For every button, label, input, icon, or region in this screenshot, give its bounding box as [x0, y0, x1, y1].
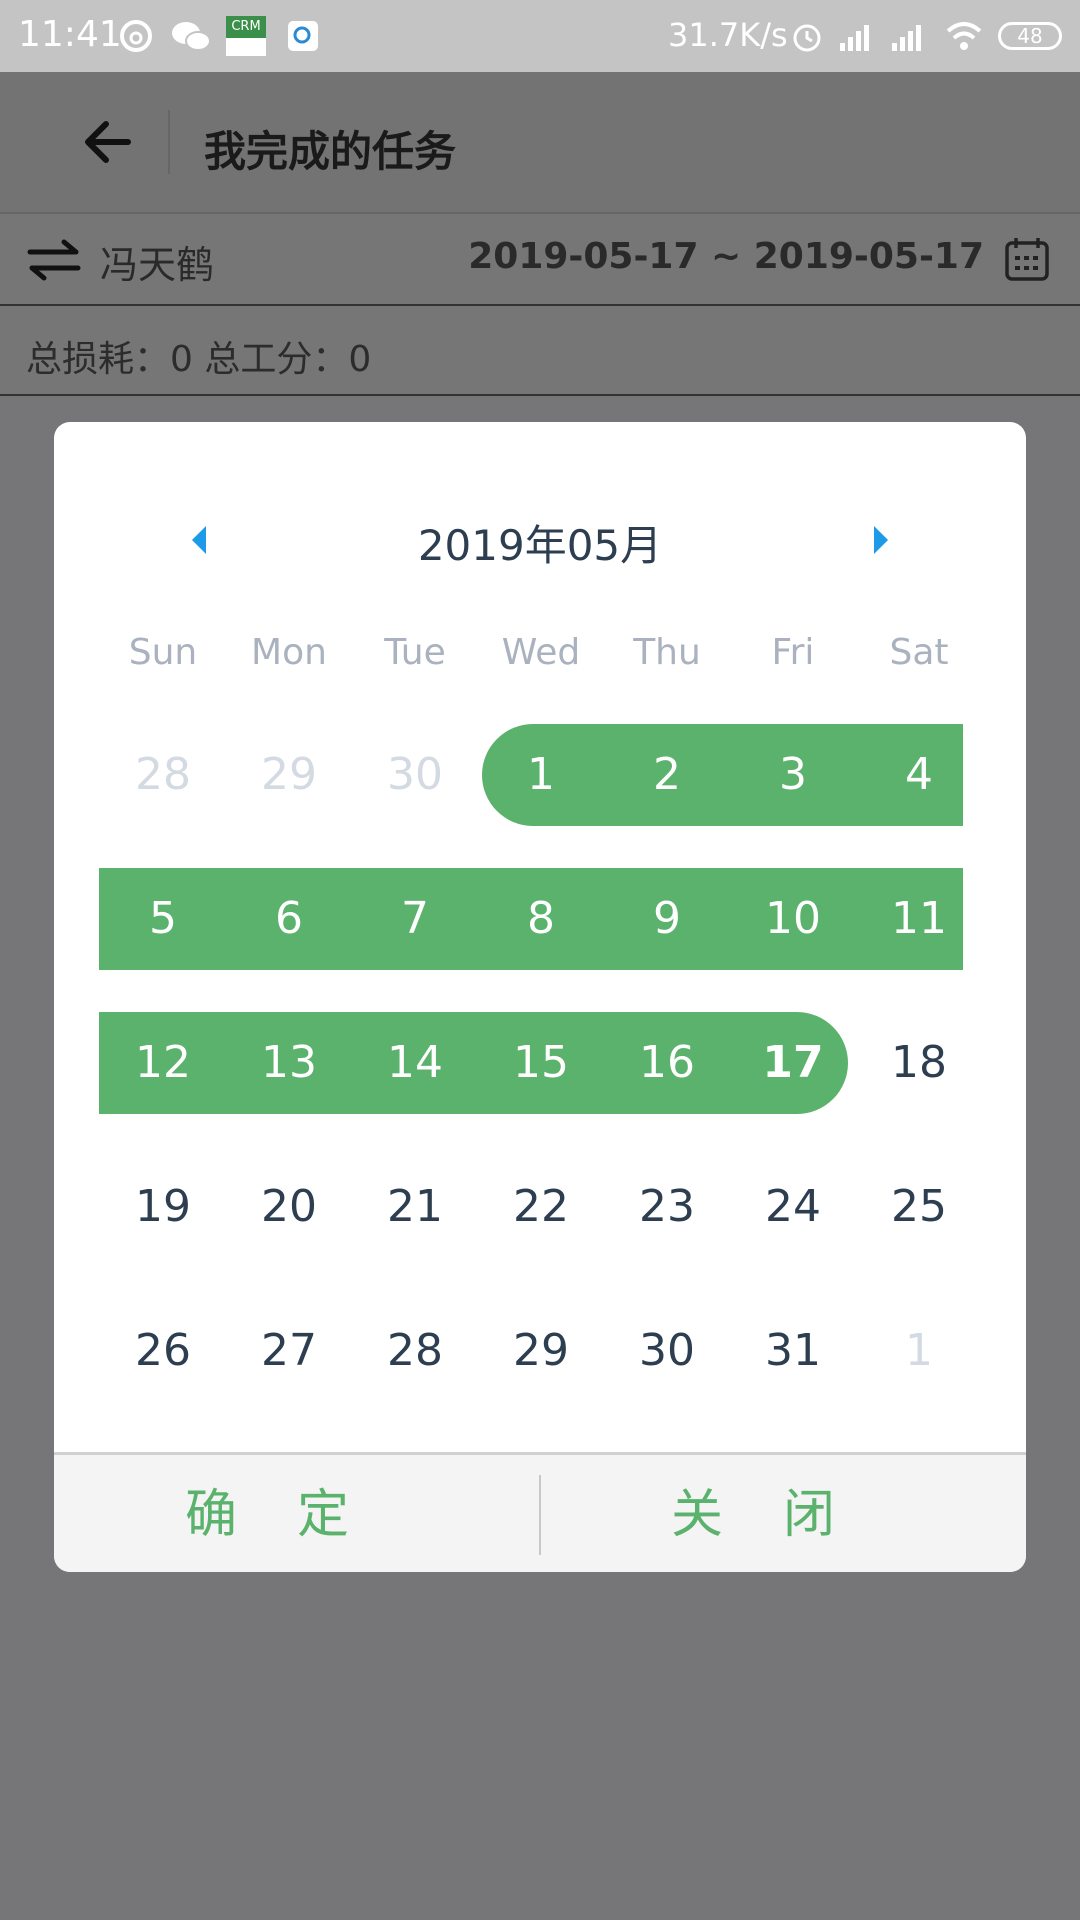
- calendar-icon[interactable]: [1004, 236, 1050, 282]
- back-arrow-icon[interactable]: [78, 112, 138, 172]
- alarm-icon: [793, 24, 821, 52]
- divider: [168, 110, 170, 174]
- calendar-day[interactable]: 23: [604, 1156, 730, 1258]
- netease-music-icon: [120, 20, 152, 52]
- close-button[interactable]: 关闭: [540, 1455, 1026, 1572]
- summary-text: 总损耗：0 总工分：0: [26, 339, 372, 380]
- calendar-day[interactable]: 20: [226, 1156, 352, 1258]
- calendar-day[interactable]: 14: [352, 1012, 478, 1114]
- calendar-day[interactable]: 9: [604, 868, 730, 970]
- date-range[interactable]: 2019-05-17 ~ 2019-05-17: [468, 236, 984, 277]
- calendar-day[interactable]: 15: [478, 1012, 604, 1114]
- crm-app-icon: CRM: [226, 16, 266, 56]
- calendar-day[interactable]: 3: [730, 724, 856, 826]
- calendar-day[interactable]: 26: [100, 1300, 226, 1402]
- calendar-dialog: 2019年05月 Sun Mon Tue Wed Thu Fri Sat 28 29 30 1 2 3…: [54, 422, 1026, 1572]
- person-name[interactable]: 冯天鹤: [100, 234, 214, 289]
- filter-bar: 冯天鹤 2019-05-17 ~ 2019-05-17: [0, 214, 1080, 306]
- weekday-label: Wed: [501, 632, 581, 673]
- calendar-day[interactable]: 19: [100, 1156, 226, 1258]
- calendar-day[interactable]: 16: [604, 1012, 730, 1114]
- calendar-day-outside[interactable]: 1: [856, 1300, 982, 1402]
- weekday-label: Sat: [889, 632, 949, 673]
- calendar-day[interactable]: 10: [730, 868, 856, 970]
- weekday-label: Thu: [633, 632, 701, 673]
- weekday-label: Fri: [771, 632, 815, 673]
- calendar-day[interactable]: 22: [478, 1156, 604, 1258]
- calendar-day[interactable]: 30: [604, 1300, 730, 1402]
- status-bar: 11:41 CRM 31.7K/s 48: [0, 0, 1080, 72]
- summary-bar: 总损耗：0 总工分：0: [0, 306, 1080, 396]
- calendar-day-outside[interactable]: 29: [226, 724, 352, 826]
- calendar-day[interactable]: 31: [730, 1300, 856, 1402]
- confirm-button[interactable]: 确定: [54, 1455, 540, 1572]
- wifi-icon: [946, 22, 982, 50]
- weekday-label: Mon: [251, 632, 327, 673]
- calendar-day[interactable]: 27: [226, 1300, 352, 1402]
- calendar-day-outside[interactable]: 30: [352, 724, 478, 826]
- weekday-label: Tue: [384, 632, 446, 673]
- signal-icon: [892, 25, 921, 51]
- calendar-day[interactable]: 1: [478, 724, 604, 826]
- weekday-label: Sun: [128, 632, 198, 673]
- calendar-day[interactable]: 8: [478, 868, 604, 970]
- battery-icon: 48: [998, 22, 1062, 50]
- calendar-day[interactable]: 12: [100, 1012, 226, 1114]
- calendar-day[interactable]: 13: [226, 1012, 352, 1114]
- calendar-day[interactable]: 5: [100, 868, 226, 970]
- calendar-day[interactable]: 28: [352, 1300, 478, 1402]
- swap-icon[interactable]: [26, 238, 82, 282]
- calendar-day[interactable]: 2: [604, 724, 730, 826]
- calendar-day[interactable]: 17: [730, 1012, 856, 1114]
- calendar-day[interactable]: 4: [856, 724, 982, 826]
- qq-browser-icon: [288, 21, 318, 51]
- calendar-day-outside[interactable]: 28: [100, 724, 226, 826]
- next-month-icon[interactable]: [866, 520, 896, 560]
- wechat-icon: [172, 22, 211, 51]
- calendar-day[interactable]: 6: [226, 868, 352, 970]
- calendar-day[interactable]: 29: [478, 1300, 604, 1402]
- calendar-day[interactable]: 21: [352, 1156, 478, 1258]
- dialog-footer: 确定 关闭: [54, 1452, 1026, 1572]
- app-bar: 我完成的任务: [0, 72, 1080, 214]
- calendar-day[interactable]: 11: [856, 868, 982, 970]
- calendar-day[interactable]: 25: [856, 1156, 982, 1258]
- calendar-day[interactable]: 7: [352, 868, 478, 970]
- status-time: 11:41: [18, 14, 122, 55]
- calendar-day[interactable]: 18: [856, 1012, 982, 1114]
- network-speed: 31.7K/s: [668, 16, 788, 54]
- calendar-day[interactable]: 24: [730, 1156, 856, 1258]
- page-title: 我完成的任务: [204, 127, 457, 176]
- signal-icon: [840, 25, 869, 51]
